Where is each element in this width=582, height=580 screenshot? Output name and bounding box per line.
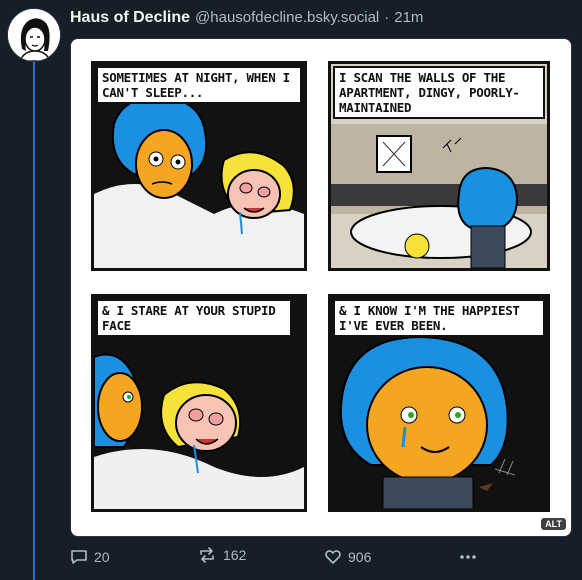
repost-button[interactable]: 162 — [197, 546, 324, 564]
reply-count: 20 — [94, 549, 110, 565]
panel-2-caption: I scan the walls of the apartment, dingy… — [333, 66, 545, 119]
reply-button[interactable]: 20 — [70, 548, 197, 566]
comic-panel-2: I scan the walls of the apartment, dingy… — [328, 61, 550, 271]
post-header: Haus of Decline @hausofdecline.bsky.soci… — [70, 9, 574, 31]
repost-count: 162 — [223, 547, 247, 563]
panel-4-caption: & I know I'm the happiest I've ever been… — [333, 299, 545, 337]
avatar-drawing — [8, 9, 60, 61]
alt-text-badge[interactable]: ALT — [541, 518, 566, 530]
post-timestamp[interactable]: 21m — [394, 9, 423, 26]
like-count: 906 — [348, 549, 372, 565]
author-handle[interactable]: @hausofdecline.bsky.social — [195, 9, 379, 26]
separator-dot: · — [384, 9, 390, 26]
author-display-name[interactable]: Haus of Decline — [70, 9, 190, 27]
more-options-button[interactable] — [459, 548, 477, 566]
avatar[interactable] — [8, 9, 60, 61]
comic-panel-3: & I stare at your stupid face — [91, 294, 307, 512]
post-actions: 20 162 906 — [70, 545, 574, 569]
like-icon — [325, 550, 341, 564]
reply-icon — [71, 550, 87, 564]
more-icon — [460, 555, 476, 559]
comic-panel-4: & I know I'm the happiest I've ever been… — [328, 294, 550, 512]
repost-icon — [200, 547, 214, 563]
comic-panel-1: Sometimes at night, when I can't sleep..… — [91, 61, 307, 271]
panel-3-caption: & I stare at your stupid face — [96, 299, 292, 337]
like-button[interactable]: 906 — [324, 548, 459, 566]
post-image[interactable]: Sometimes at night, when I can't sleep..… — [70, 38, 572, 537]
panel-1-caption: Sometimes at night, when I can't sleep..… — [96, 66, 302, 104]
thread-line — [33, 60, 35, 580]
